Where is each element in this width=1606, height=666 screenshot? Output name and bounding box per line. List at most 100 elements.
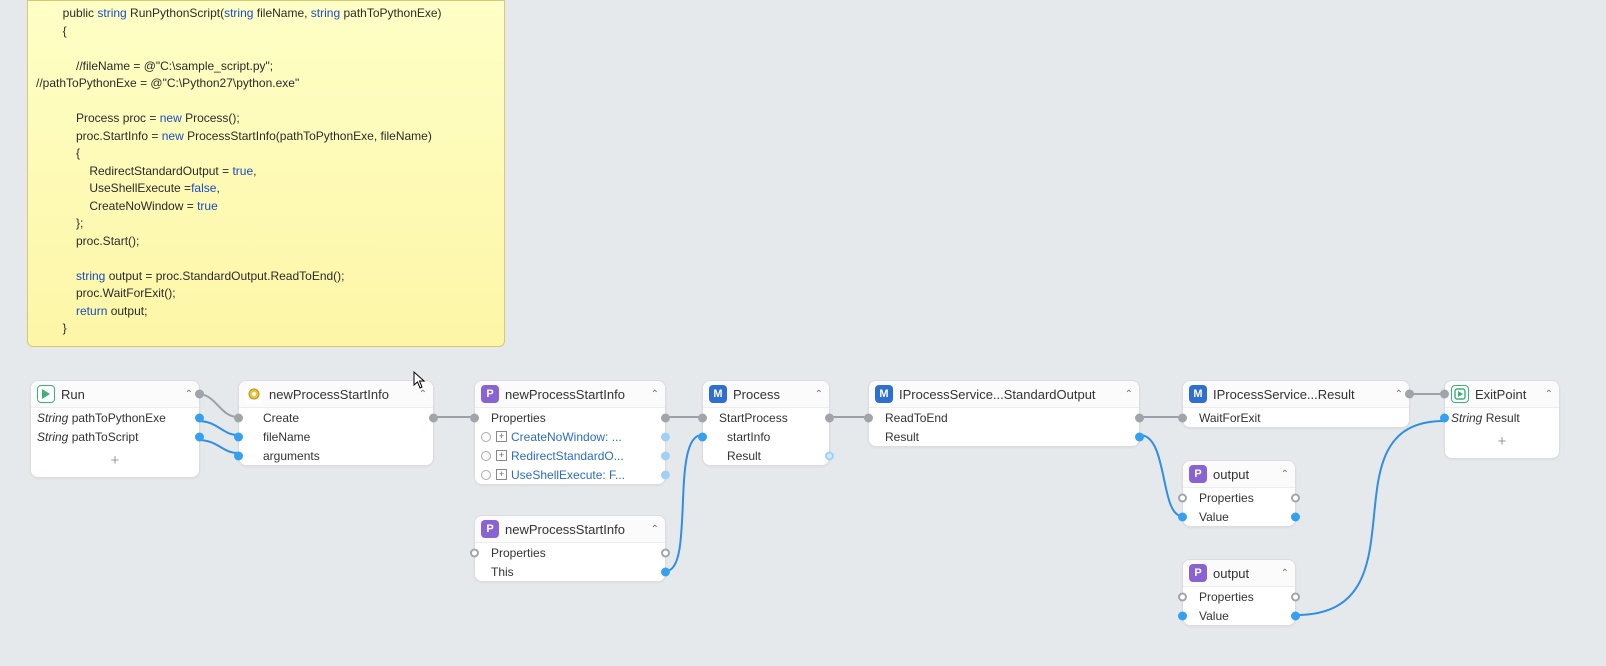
code-line: { [36,146,80,160]
port-control-out[interactable] [195,390,204,399]
port-control-out[interactable] [429,413,438,422]
port-data-in[interactable] [234,451,243,460]
result-row[interactable]: Result [869,427,1139,446]
param-row[interactable]: String pathToPythonExe [31,408,199,427]
node-output-1[interactable]: P output ⌃ Properties Value [1182,460,1296,527]
node-iprocessservice-result[interactable]: M IProcessService...Result ⌃ WaitForExit [1182,380,1410,428]
run-icon [37,385,55,403]
port-data-in[interactable] [1178,611,1187,620]
node-exitpoint[interactable]: ExitPoint ⌃ String Result + [1444,380,1560,459]
chevron-up-icon[interactable]: ⌃ [815,389,823,400]
port-data-out[interactable] [825,451,834,460]
node-processstartinfo-this[interactable]: P newProcessStartInfo ⌃ Properties This [474,515,666,582]
row-label: ReadToEnd [875,411,1133,425]
port-data-out[interactable] [195,432,204,441]
prop-createnowindow[interactable]: + CreateNoWindow: ... [475,427,665,446]
startinfo-row[interactable]: startInfo [703,427,829,446]
port-data-in[interactable] [698,432,707,441]
prop-useshellexecute[interactable]: + UseShellExecute: F... [475,465,665,484]
this-row[interactable]: This [475,562,665,581]
param-name: pathToPythonExe [68,411,165,425]
radio-icon [481,470,491,480]
properties-row[interactable]: Properties [475,543,665,562]
port-control-out[interactable] [1135,413,1144,422]
waitforexit-row[interactable]: WaitForExit [1183,408,1409,427]
add-param-button[interactable]: + [1445,427,1559,458]
port-control-in[interactable] [234,413,243,422]
node-output-2[interactable]: P output ⌃ Properties Value [1182,559,1296,626]
chevron-up-icon[interactable]: ⌃ [651,389,659,400]
node-header[interactable]: M IProcessService...StandardOutput ⌃ [869,381,1139,408]
create-row[interactable]: Create [239,408,433,427]
node-run[interactable]: Run ⌃ String pathToPythonExe String path… [30,380,200,478]
startprocess-row[interactable]: StartProcess [703,408,829,427]
arguments-row[interactable]: arguments [239,446,433,465]
port-data-out[interactable] [1135,432,1144,441]
port-control-in[interactable] [1440,390,1449,399]
gear-icon [245,385,263,403]
chevron-up-icon[interactable]: ⌃ [185,389,193,400]
node-header[interactable]: P output ⌃ [1183,560,1295,587]
port-control-out[interactable] [1291,493,1300,502]
row-label: Properties [481,411,659,425]
properties-row[interactable]: Properties [1183,488,1295,507]
expand-box-icon[interactable]: + [496,450,507,461]
chevron-up-icon[interactable]: ⌃ [1395,389,1403,400]
port-control-out[interactable] [1405,390,1414,399]
properties-row[interactable]: Properties [1183,587,1295,606]
node-header[interactable]: newProcessStartInfo ⌃ [239,381,433,408]
node-header[interactable]: P newProcessStartInfo ⌃ [475,381,665,408]
add-param-button[interactable]: + [31,446,199,477]
node-header[interactable]: Run ⌃ [31,381,199,408]
port-control-in[interactable] [1178,592,1187,601]
chevron-up-icon[interactable]: ⌃ [651,524,659,535]
param-row[interactable]: String pathToScript [31,427,199,446]
chevron-up-icon[interactable]: ⌃ [1125,389,1133,400]
port-data-out[interactable] [661,432,670,441]
chevron-up-icon[interactable]: ⌃ [1281,568,1289,579]
port-data-in[interactable] [1440,413,1449,422]
expand-box-icon[interactable]: + [496,431,507,442]
port-data-in[interactable] [234,432,243,441]
node-header[interactable]: M Process ⌃ [703,381,829,408]
port-data-out[interactable] [1291,611,1300,620]
port-control-in[interactable] [470,548,479,557]
value-row[interactable]: Value [1183,507,1295,526]
port-control-out[interactable] [825,413,834,422]
node-header[interactable]: P output ⌃ [1183,461,1295,488]
code-keyword: new [162,129,184,143]
result-row[interactable]: String Result [1445,408,1559,427]
chevron-up-icon[interactable]: ⌃ [419,389,427,400]
port-data-out[interactable] [1291,512,1300,521]
port-control-in[interactable] [1178,493,1187,502]
port-control-out[interactable] [661,413,670,422]
result-row[interactable]: Result [703,446,829,465]
properties-row[interactable]: Properties [475,408,665,427]
value-row[interactable]: Value [1183,606,1295,625]
node-processstartinfo-create[interactable]: newProcessStartInfo ⌃ Create fileName ar… [238,380,434,466]
port-control-in[interactable] [698,413,707,422]
code-line: , [253,164,256,178]
node-header[interactable]: ExitPoint ⌃ [1445,381,1559,408]
chevron-up-icon[interactable]: ⌃ [1545,389,1553,400]
port-control-in[interactable] [864,413,873,422]
node-processstartinfo-properties[interactable]: P newProcessStartInfo ⌃ Properties + Cre… [474,380,666,485]
expand-box-icon[interactable]: + [496,469,507,480]
node-header[interactable]: P newProcessStartInfo ⌃ [475,516,665,543]
chevron-up-icon[interactable]: ⌃ [1281,469,1289,480]
port-control-in[interactable] [1178,413,1187,422]
port-data-out[interactable] [661,470,670,479]
port-data-in[interactable] [1178,512,1187,521]
readtoend-row[interactable]: ReadToEnd [869,408,1139,427]
node-process[interactable]: M Process ⌃ StartProcess startInfo Resul… [702,380,830,466]
port-control-out[interactable] [661,548,670,557]
node-iprocessservice-stdout[interactable]: M IProcessService...StandardOutput ⌃ Rea… [868,380,1140,447]
port-control-in[interactable] [470,413,479,422]
prop-redirectstdout[interactable]: + RedirectStandardO... [475,446,665,465]
port-control-out[interactable] [1291,592,1300,601]
port-data-out[interactable] [195,413,204,422]
port-data-out[interactable] [661,567,670,576]
port-data-out[interactable] [661,451,670,460]
filename-row[interactable]: fileName [239,427,433,446]
node-header[interactable]: M IProcessService...Result ⌃ [1183,381,1409,408]
